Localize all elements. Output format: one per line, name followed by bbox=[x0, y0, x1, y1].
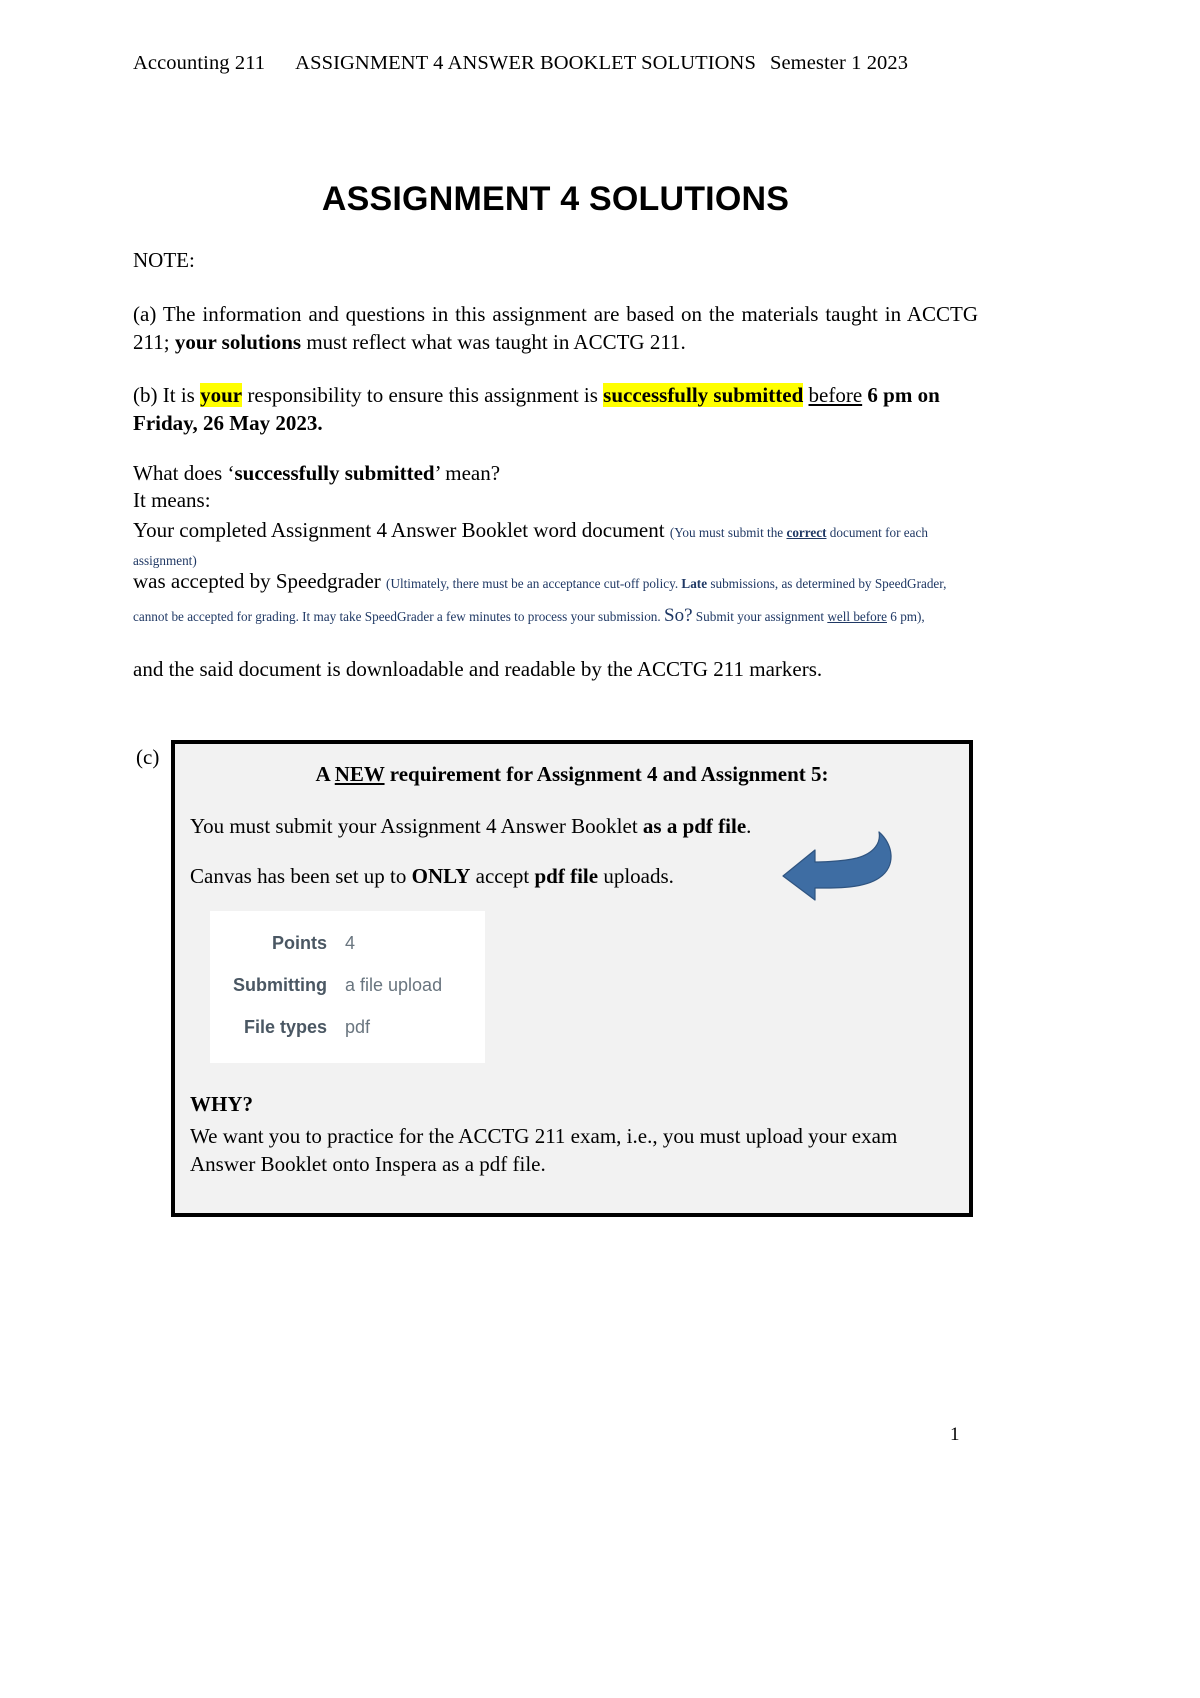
paragraph-a: (a) The information and questions in thi… bbox=[133, 300, 978, 357]
what-does-line: What does ‘successfully submitted’ mean? bbox=[133, 459, 978, 487]
your-completed-note-correct: correct bbox=[786, 525, 827, 540]
speedgrader-main: was accepted by Speedgrader bbox=[133, 569, 381, 593]
note-box-line-1-bold: as a pdf file bbox=[642, 814, 747, 838]
note-box-line-2-text-1: Canvas has been set up to bbox=[190, 864, 407, 888]
what-does-bold: successfully submitted bbox=[234, 461, 435, 485]
canvas-row-points-value: 4 bbox=[345, 933, 356, 953]
paragraph-b-marker: (b) bbox=[133, 383, 158, 407]
note-box-marker: (c) bbox=[136, 745, 160, 769]
note-box-line-2-bold-only: ONLY bbox=[411, 864, 471, 888]
running-header: Accounting 211 ASSIGNMENT 4 ANSWER BOOKLE… bbox=[133, 52, 993, 75]
curved-arrow-icon bbox=[775, 814, 905, 904]
canvas-row-submitting-label: Submitting bbox=[233, 975, 327, 995]
header-semester: Semester 1 2023 bbox=[769, 52, 909, 74]
note-box-line-2: Canvas has been set up to ONLY accept pd… bbox=[190, 864, 674, 889]
note-box-title: A NEW requirement for Assignment 4 and A… bbox=[175, 762, 969, 787]
what-does-text-1: What does ‘ bbox=[133, 461, 235, 485]
paragraph-a-marker: (a) bbox=[133, 302, 157, 326]
and-said-document-line: and the said document is downloadable an… bbox=[133, 657, 823, 681]
note-box-line-1-end: . bbox=[746, 814, 752, 838]
your-completed-line: Your completed Assignment 4 Answer Bookl… bbox=[133, 517, 978, 573]
paragraph-b-text-2: responsibility to ensure this assignment… bbox=[247, 383, 598, 407]
paragraph-b-text-1: It is bbox=[162, 383, 195, 407]
what-does-text-2: ’ mean? bbox=[434, 461, 501, 485]
your-completed-main: Your completed Assignment 4 Answer Bookl… bbox=[133, 518, 665, 542]
speedgrader-line: was accepted by Speedgrader (Ultimately,… bbox=[133, 566, 978, 634]
canvas-row-file-types-label: File types bbox=[243, 1017, 327, 1037]
speedgrader-note-4: 6 pm), bbox=[887, 608, 925, 624]
page-number: 1 bbox=[950, 1424, 960, 1445]
note-box-line-2-bold-pdf: pdf file bbox=[534, 864, 599, 888]
speedgrader-note-well-before: well before bbox=[827, 608, 887, 624]
it-means-line: It means: bbox=[133, 488, 211, 512]
canvas-row-points: Points 4 bbox=[210, 933, 485, 975]
note-box-line-1-text: You must submit your Assignment 4 Answer… bbox=[190, 814, 638, 838]
canvas-row-points-label: Points bbox=[271, 933, 327, 953]
curved-arrow-svg bbox=[782, 831, 892, 901]
paragraph-b: (b) It is your responsibility to ensure … bbox=[133, 381, 978, 438]
note-box-line-2-text-2: accept bbox=[475, 864, 530, 888]
speedgrader-note-late: Late bbox=[681, 576, 708, 591]
canvas-settings-screenshot: Points 4 Submitting a file upload File t… bbox=[210, 911, 485, 1063]
paragraph-b-underline-before: before bbox=[808, 383, 863, 407]
canvas-row-submitting-value: a file upload bbox=[345, 975, 443, 995]
header-course: Accounting 211 bbox=[133, 52, 266, 74]
canvas-row-file-types-value: pdf bbox=[345, 1017, 371, 1037]
speedgrader-note-1: (Ultimately, there must be an acceptance… bbox=[386, 576, 682, 591]
note-box-title-2: requirement for Assignment 4 and Assignm… bbox=[384, 762, 829, 786]
note-box-why-label: WHY? bbox=[190, 1092, 253, 1116]
paragraph-a-bold-1: your solutions bbox=[174, 330, 302, 355]
note-label: NOTE: bbox=[133, 248, 195, 272]
header-doc-title: ASSIGNMENT 4 ANSWER BOOKLET SOLUTIONS bbox=[295, 52, 756, 74]
speedgrader-note-so: So? bbox=[664, 604, 693, 626]
page-title: ASSIGNMENT 4 SOLUTIONS bbox=[321, 180, 790, 218]
note-box-title-1: A bbox=[315, 762, 335, 786]
new-requirement-box: A NEW requirement for Assignment 4 and A… bbox=[171, 740, 973, 1217]
speedgrader-note-3: Submit your assignment bbox=[692, 608, 828, 624]
document-page: Accounting 211 ASSIGNMENT 4 ANSWER BOOKLE… bbox=[0, 0, 1200, 1698]
note-box-title-new: NEW bbox=[334, 762, 385, 786]
note-box-line-1: You must submit your Assignment 4 Answer… bbox=[190, 814, 751, 839]
note-box-why-text: We want you to practice for the ACCTG 21… bbox=[190, 1124, 898, 1177]
note-box-line-2-text-3: uploads. bbox=[603, 864, 674, 888]
paragraph-b-highlight-successfully-submitted: successfully submitted bbox=[603, 383, 804, 407]
canvas-row-file-types: File types pdf bbox=[210, 1017, 485, 1059]
paragraph-b-highlight-your: your bbox=[200, 383, 243, 407]
paragraph-a-text-2: must reflect what was taught in ACCTG 21… bbox=[306, 330, 686, 355]
your-completed-note-1: (You must submit the bbox=[669, 525, 787, 540]
canvas-row-submitting: Submitting a file upload bbox=[210, 975, 485, 1017]
